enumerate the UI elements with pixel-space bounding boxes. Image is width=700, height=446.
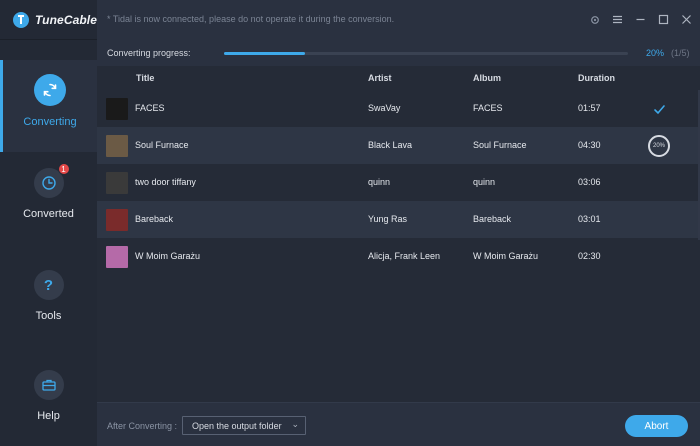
conversion-progress-ring: 20% — [647, 134, 671, 158]
track-title: Soul Furnace — [135, 140, 189, 150]
progress-bar — [224, 52, 628, 55]
table-header: Title Artist Album Duration — [97, 66, 700, 90]
track-artist: Alicja, Frank Leen — [368, 251, 441, 261]
sidebar-item-help[interactable]: Help — [0, 356, 97, 446]
footer-bar: After Converting : Open the output folde… — [97, 402, 700, 446]
track-artist: SwaVay — [368, 103, 401, 113]
track-album: Bareback — [473, 214, 512, 224]
tunecable-logo-icon — [13, 11, 29, 28]
menu-icon[interactable] — [610, 12, 625, 27]
settings-gear-icon[interactable] — [587, 12, 602, 27]
maximize-icon[interactable] — [656, 12, 671, 27]
abort-button[interactable]: Abort — [625, 415, 688, 437]
minimize-icon[interactable] — [633, 12, 648, 27]
conversion-progress-text: 20% — [648, 135, 670, 157]
after-converting-label: After Converting : — [107, 421, 178, 431]
converting-progress: Converting progress: 20% (1/5) — [97, 40, 700, 66]
clock-icon: 1 — [33, 163, 70, 198]
track-duration: 02:30 — [578, 251, 601, 261]
progress-label: Converting progress: — [107, 48, 191, 58]
status-placeholder — [647, 245, 671, 269]
sidebar-item-label: Help — [37, 410, 60, 422]
track-album: Soul Furnace — [473, 140, 527, 150]
track-artist: Black Lava — [368, 140, 413, 150]
header-artist: Artist — [368, 73, 392, 83]
album-cover-image — [106, 135, 128, 157]
app-logo: TuneCable — [0, 0, 97, 40]
album-cover-image — [106, 209, 128, 231]
sidebar-item-tools[interactable]: ? Tools — [0, 256, 97, 348]
table-body: FACES SwaVay FACES 01:57 Soul Furnace Black L… — [97, 90, 700, 275]
progress-bar-fill — [224, 52, 305, 55]
window-controls — [587, 12, 694, 27]
table-row[interactable]: Bareback Yung Ras Bareback 03:01 — [97, 201, 700, 238]
status-placeholder — [647, 171, 671, 195]
progress-percent: 20% — [646, 48, 665, 58]
question-icon: ? — [33, 270, 64, 300]
header-album: Album — [473, 73, 501, 83]
track-artist: Yung Ras — [368, 214, 408, 224]
track-duration: 01:57 — [578, 103, 601, 113]
track-album: W Moim Garażu — [473, 251, 539, 261]
track-title: two door tiffany — [135, 177, 196, 187]
sidebar: TuneCable Converting 1 Converted ? Tools… — [0, 0, 97, 446]
sidebar-item-label: Converting — [23, 116, 77, 128]
album-cover-image — [106, 246, 128, 268]
refresh-icon — [34, 74, 66, 106]
close-icon[interactable] — [679, 12, 694, 27]
track-duration: 03:06 — [578, 177, 601, 187]
track-table: Title Artist Album Duration FACES SwaVay F… — [97, 66, 700, 402]
after-converting-select[interactable]: Open the output folder ⌄ — [182, 416, 306, 435]
track-album: quinn — [473, 177, 496, 187]
chevron-down-icon: ⌄ — [291, 419, 299, 429]
sidebar-item-label: Converted — [23, 208, 74, 220]
track-title: Bareback — [135, 214, 174, 224]
toolbox-icon — [33, 370, 64, 400]
track-title: W Moim Garażu — [135, 251, 201, 261]
table-row[interactable]: two door tiffany quinn quinn 03:06 — [97, 164, 700, 201]
title-bar: * Tidal is now connected, please do not … — [97, 0, 700, 40]
track-album: FACES — [473, 103, 503, 113]
sidebar-item-converting[interactable]: Converting — [0, 60, 97, 152]
track-title: FACES — [135, 103, 165, 113]
track-duration: 03:01 — [578, 214, 601, 224]
checkmark-icon — [647, 97, 671, 121]
app-name: TuneCable — [34, 12, 97, 27]
sidebar-item-label: Tools — [35, 310, 62, 322]
header-duration: Duration — [578, 73, 615, 83]
table-row[interactable]: W Moim Garażu Alicja, Frank Leen W Moim Ga… — [97, 238, 700, 275]
converted-count-badge: 1 — [57, 163, 70, 175]
track-duration: 04:30 — [578, 140, 601, 150]
header-title: Title — [136, 73, 155, 83]
status-placeholder — [647, 208, 671, 232]
sidebar-item-converted[interactable]: 1 Converted — [0, 154, 97, 246]
connection-notice: * Tidal is now connected, please do not … — [107, 14, 395, 24]
progress-count: (1/5) — [671, 48, 690, 58]
track-artist: quinn — [368, 177, 391, 187]
table-row[interactable]: FACES SwaVay FACES 01:57 — [97, 90, 700, 127]
album-cover-image — [106, 172, 128, 194]
table-row[interactable]: Soul Furnace Black Lava Soul Furnace 04:30 2… — [97, 127, 700, 164]
after-converting-value: Open the output folder — [192, 420, 282, 431]
album-cover-image — [106, 98, 128, 120]
